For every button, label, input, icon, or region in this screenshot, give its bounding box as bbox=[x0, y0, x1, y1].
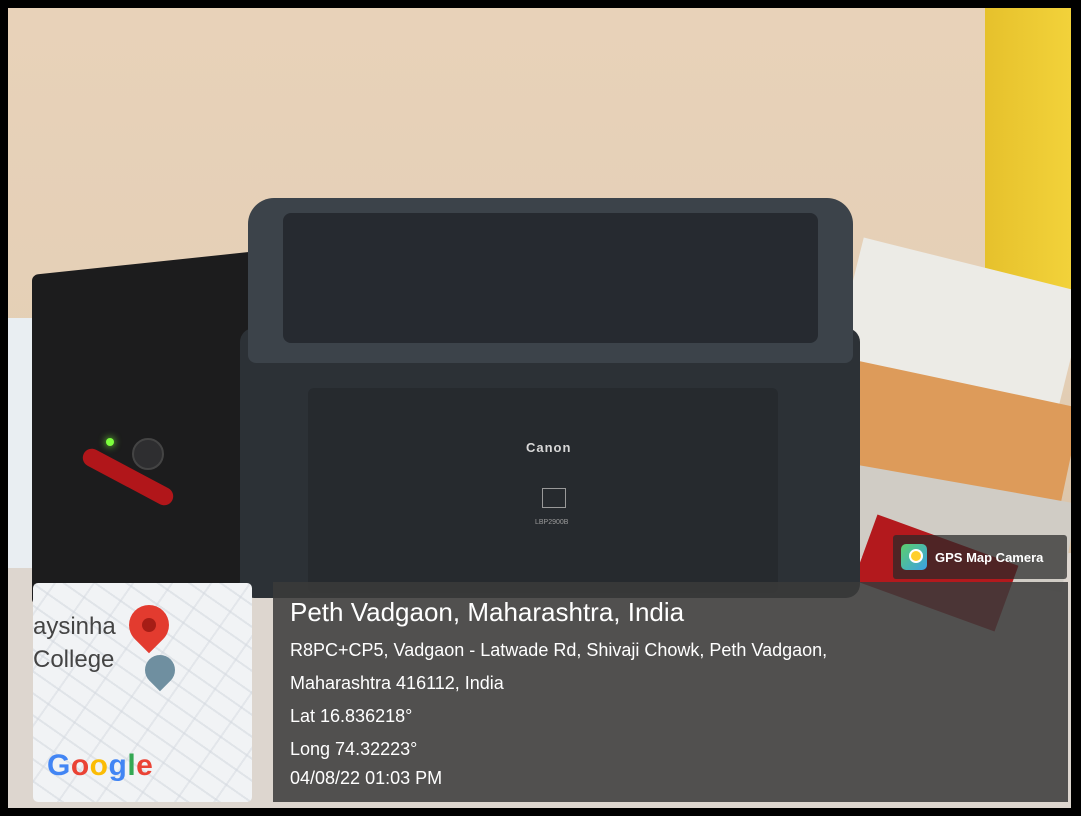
latitude: Lat 16.836218° bbox=[290, 706, 413, 726]
longitude: Long 74.32223° bbox=[290, 739, 418, 759]
printer-logo-icon bbox=[542, 488, 566, 508]
gps-map-camera-icon bbox=[901, 544, 927, 570]
gps-map-camera-badge: GPS Map Camera bbox=[893, 535, 1067, 579]
map-label-line-2: College bbox=[33, 646, 115, 673]
location-title: Peth Vadgaon, Maharashtra, India bbox=[290, 597, 685, 627]
printer-window bbox=[283, 213, 818, 343]
map-pin-icon bbox=[120, 596, 178, 665]
gps-badge-label: GPS Map Camera bbox=[935, 549, 1044, 565]
address-line-2: Maharashtra 416112, India bbox=[290, 673, 504, 693]
ups-power-led bbox=[106, 438, 114, 446]
map-label-line-1: aysinha bbox=[33, 613, 116, 640]
address-line-1: R8PC+CP5, Vadgaon - Latwade Rd, Shivaji … bbox=[290, 640, 828, 660]
photo-frame: Canon LBP2900B GPS Map Camera Peth Vadga… bbox=[0, 0, 1081, 816]
printer-model: LBP2900B bbox=[535, 519, 569, 526]
ups-unit bbox=[32, 251, 257, 605]
datetime: 04/08/22 01:03 PM bbox=[290, 768, 443, 788]
map-thumbnail: aysinha College Google bbox=[33, 583, 252, 802]
printer-brand: Canon bbox=[526, 440, 572, 455]
ups-power-button bbox=[132, 438, 164, 470]
google-logo: Google bbox=[47, 749, 154, 782]
